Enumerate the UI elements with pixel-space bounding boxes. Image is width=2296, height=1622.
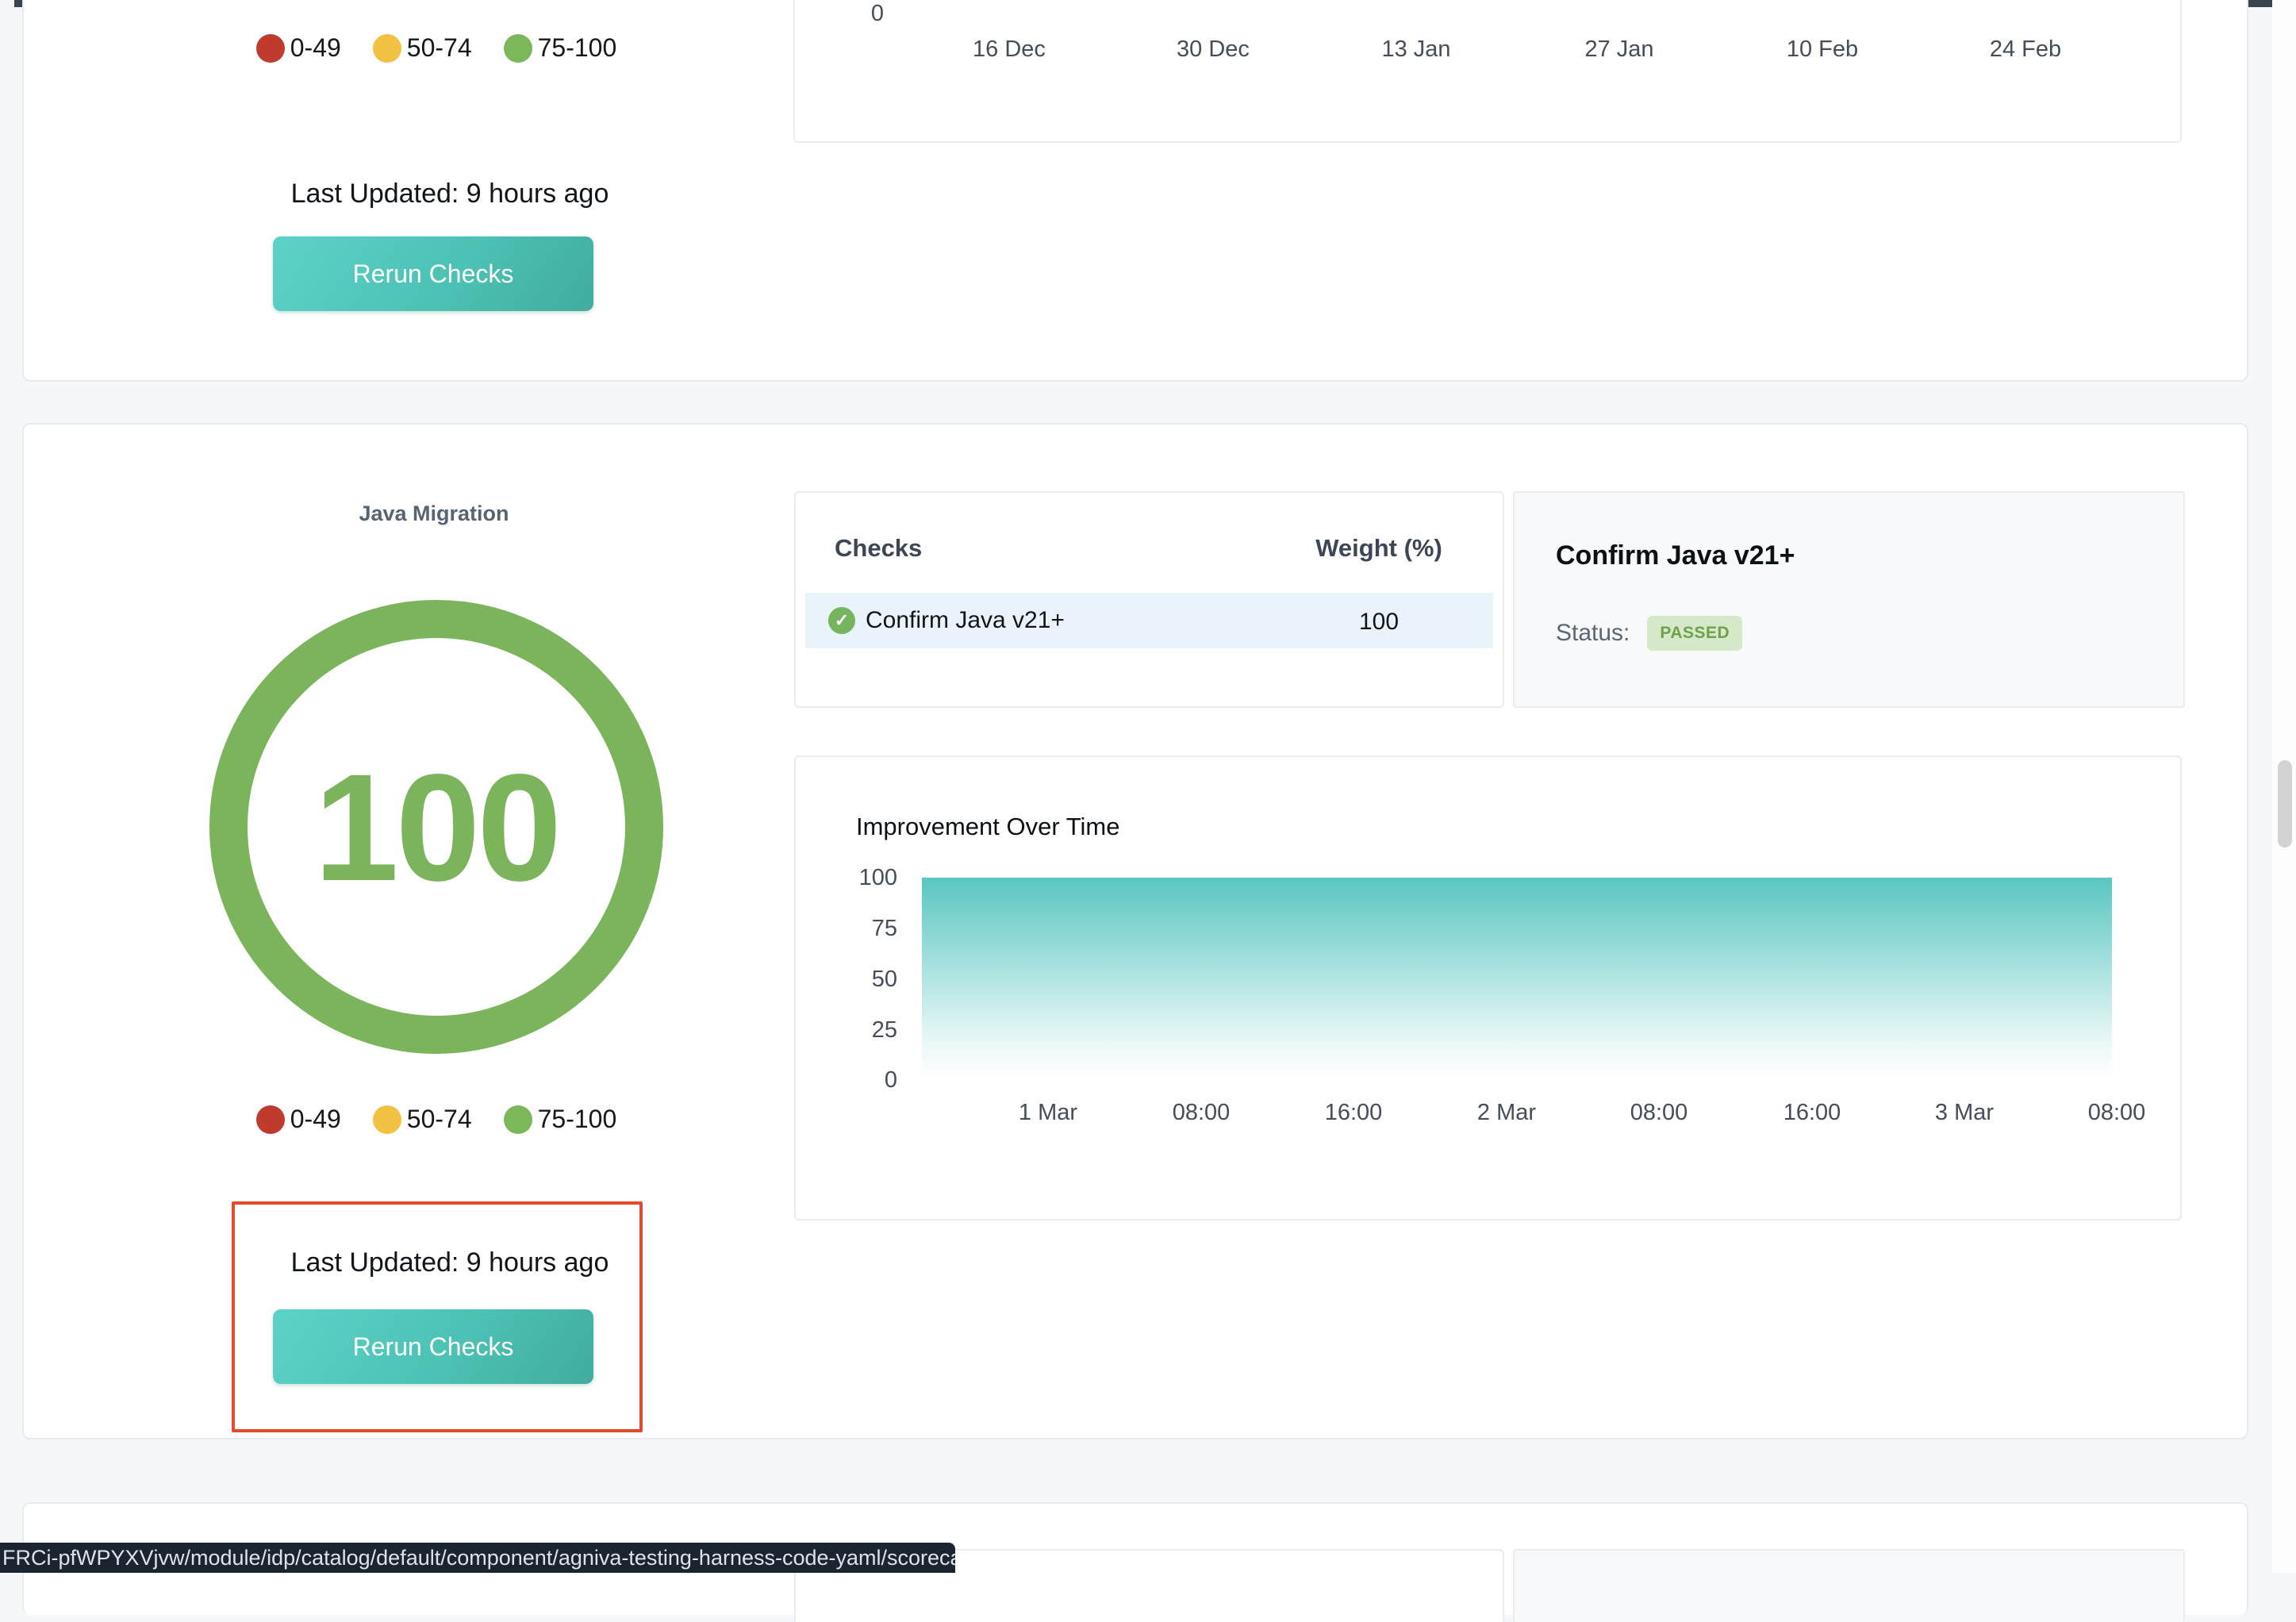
last-updated-text: Last Updated: 9 hours ago — [37, 179, 862, 209]
legend-item-high: 75-100 — [504, 1105, 617, 1134]
improvement-y-tick: 100 — [818, 866, 897, 890]
legend-label-mid: 50-74 — [407, 33, 472, 63]
improvement-x-tick: 08:00 — [1595, 1101, 1722, 1124]
improvement-area-series — [922, 878, 2112, 1080]
improvement-chart-card: Improvement Over Time 100 75 50 25 0 1 M… — [794, 755, 2182, 1220]
trend-x-tick: 16 Dec — [946, 37, 1073, 61]
improvement-x-tick: 08:00 — [2053, 1101, 2180, 1124]
scrollbar-thumb[interactable] — [2278, 760, 2292, 848]
improvement-chart-title: Improvement Over Time — [856, 813, 1119, 841]
score-legend: 0-49 50-74 75-100 — [24, 1105, 849, 1134]
status-badge: PASSED — [1647, 616, 1742, 651]
previous-scorecard-card: 0-49 50-74 75-100 Last Updated: 9 hours … — [22, 0, 2248, 382]
check-detail-title: Confirm Java v21+ — [1556, 540, 1795, 571]
next-check-detail-panel — [1513, 1549, 2185, 1622]
legend-item-mid: 50-74 — [373, 33, 472, 63]
trend-x-tick: 13 Jan — [1353, 37, 1480, 61]
legend-dot-red — [256, 1105, 285, 1134]
improvement-y-tick: 25 — [818, 1018, 897, 1042]
legend-item-mid: 50-74 — [373, 1105, 472, 1134]
legend-dot-green — [504, 1105, 532, 1134]
link-preview-url: FRCi-pfWPYXVjvw/module/idp/catalog/defau… — [0, 1546, 955, 1570]
improvement-x-tick: 08:00 — [1138, 1101, 1265, 1124]
score-gauge: 100 — [209, 600, 663, 1054]
improvement-x-tick: 16:00 — [1290, 1101, 1417, 1124]
legend-dot-red — [256, 34, 285, 63]
improvement-x-tick: 3 Mar — [1901, 1101, 2028, 1124]
legend-label-low: 0-49 — [290, 33, 341, 63]
status-label: Status: — [1556, 620, 1630, 647]
legend-label-high: 75-100 — [538, 33, 617, 63]
legend-dot-yellow — [373, 1105, 401, 1134]
check-weight-value: 100 — [1284, 609, 1474, 636]
trend-x-tick: 27 Jan — [1556, 37, 1683, 61]
legend-label-low: 0-49 — [290, 1105, 341, 1134]
scorecard-title: Java Migration — [275, 502, 593, 526]
check-name: Confirm Java v21+ — [866, 607, 1065, 634]
improvement-y-tick: 0 — [818, 1068, 897, 1092]
improvement-x-tick: 2 Mar — [1443, 1101, 1570, 1124]
rerun-checks-button[interactable]: Rerun Checks — [273, 1309, 593, 1384]
check-status-line: Status: PASSED — [1556, 616, 1742, 651]
trend-chart-card: 0 16 Dec 30 Dec 13 Jan 27 Jan 10 Feb 24 … — [793, 0, 2182, 143]
improvement-x-tick: 1 Mar — [985, 1101, 1112, 1124]
trend-x-tick: 10 Feb — [1759, 37, 1886, 61]
improvement-x-tick: 16:00 — [1749, 1101, 1876, 1124]
checks-table-card: Checks Weight (%) ✓ Confirm Java v21+ 10… — [794, 491, 1504, 708]
java-migration-scorecard-card: Java Migration 100 0-49 50-74 75-100 Las… — [22, 423, 2248, 1439]
legend-label-mid: 50-74 — [407, 1105, 472, 1134]
check-passed-icon: ✓ — [828, 607, 855, 634]
improvement-y-tick: 50 — [818, 967, 897, 991]
weight-column-header: Weight (%) — [1284, 534, 1474, 563]
legend-label-high: 75-100 — [538, 1105, 617, 1134]
legend-item-low: 0-49 — [256, 1105, 341, 1134]
trend-y-tick-0: 0 — [836, 2, 884, 25]
legend-item-low: 0-49 — [256, 33, 341, 63]
score-value: 100 — [314, 740, 559, 915]
legend-dot-yellow — [373, 34, 401, 63]
checks-column-header: Checks — [835, 534, 922, 563]
last-updated-text: Last Updated: 9 hours ago — [37, 1247, 862, 1278]
trend-x-tick: 24 Feb — [1962, 37, 2089, 61]
link-preview-status-bar: FRCi-pfWPYXVjvw/module/idp/catalog/defau… — [0, 1543, 955, 1573]
check-detail-panel: Confirm Java v21+ Status: PASSED — [1513, 491, 2185, 708]
legend-item-high: 75-100 — [504, 33, 617, 63]
improvement-y-tick: 75 — [818, 917, 897, 940]
score-legend: 0-49 50-74 75-100 — [24, 33, 849, 63]
trend-x-tick: 30 Dec — [1150, 37, 1277, 61]
legend-dot-green — [504, 34, 532, 63]
rerun-checks-button[interactable]: Rerun Checks — [273, 236, 593, 311]
